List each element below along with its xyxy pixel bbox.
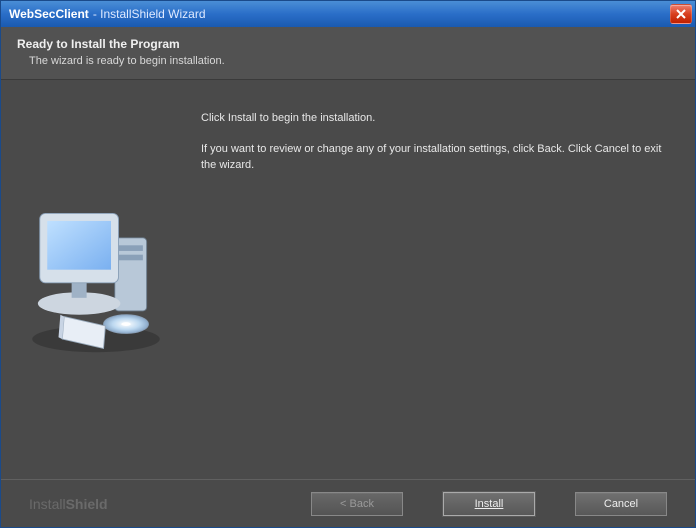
content-line-1: Click Install to begin the installation. — [201, 110, 665, 127]
installshield-brand: InstallShield — [29, 496, 108, 512]
installer-window: WebSecClient - InstallShield Wizard Read… — [0, 0, 696, 528]
title-strong: WebSecClient — [9, 7, 89, 21]
header-subtitle: The wizard is ready to begin installatio… — [17, 55, 679, 67]
wizard-header: Ready to Install the Program The wizard … — [1, 27, 695, 80]
install-button[interactable]: Install — [443, 492, 535, 516]
installer-artwork-icon — [21, 200, 171, 360]
close-button[interactable] — [670, 4, 692, 24]
titlebar[interactable]: WebSecClient - InstallShield Wizard — [1, 1, 695, 27]
wizard-content: Click Install to begin the installation.… — [1, 80, 695, 479]
brand-part-2: Shield — [66, 496, 108, 512]
title-rest: - InstallShield Wizard — [93, 7, 206, 21]
content-line-2: If you want to review or change any of y… — [201, 141, 665, 174]
cancel-button[interactable]: Cancel — [575, 492, 667, 516]
wizard-footer: InstallShield < Back Install Cancel — [1, 479, 695, 527]
header-title: Ready to Install the Program — [17, 37, 679, 51]
back-button: < Back — [311, 492, 403, 516]
brand-part-1: Install — [29, 496, 66, 512]
close-icon — [676, 9, 686, 19]
